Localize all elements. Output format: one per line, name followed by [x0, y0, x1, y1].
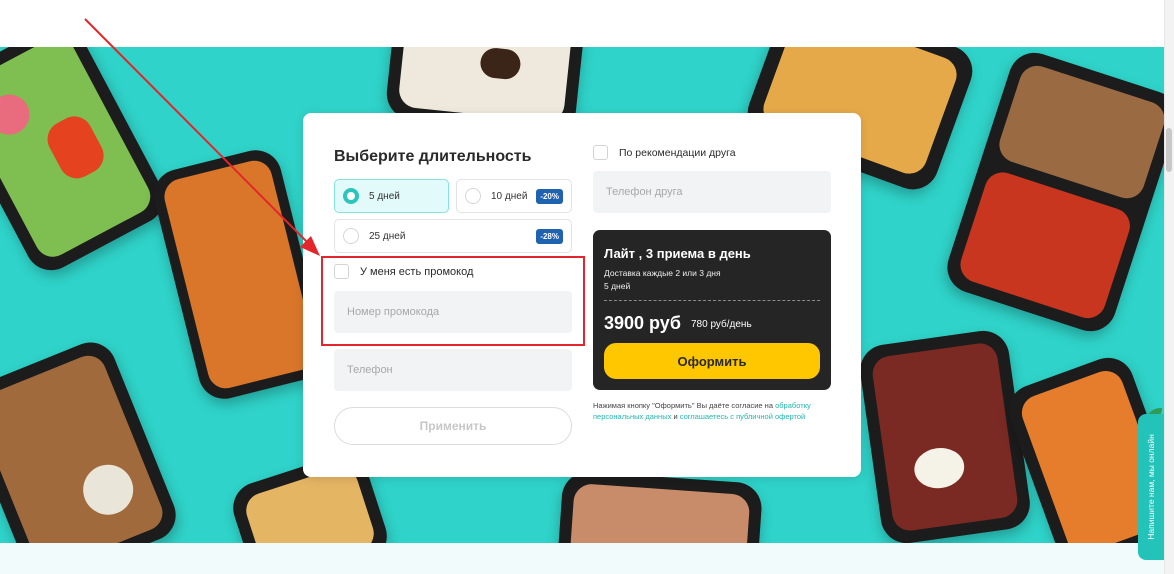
page-scrollbar[interactable]	[1164, 0, 1174, 574]
public-offer-link[interactable]: соглашаетесь с публичной офертой	[680, 412, 805, 421]
apply-button[interactable]: Применить	[334, 407, 572, 445]
food-tray-image	[940, 47, 1164, 338]
annotation-highlight-box	[321, 256, 585, 346]
top-strip	[0, 0, 1164, 47]
duration-title: Выберите длительность	[334, 148, 532, 165]
consent-prefix: Нажимая кнопку "Оформить" Вы даёте согла…	[593, 401, 773, 410]
duration-label: 25 дней	[369, 230, 406, 242]
consent-middle: и	[673, 412, 678, 421]
friend-phone-input[interactable]	[593, 171, 831, 213]
radio-icon[interactable]	[343, 228, 359, 244]
friend-recommendation-label: По рекомендации друга	[619, 147, 736, 159]
duration-option-10-days[interactable]: 10 дней -20%	[456, 179, 572, 213]
page: Выберите длительность 5 дней 10 дней -20…	[0, 0, 1174, 574]
radio-selected-icon[interactable]	[343, 188, 359, 204]
discount-badge: -20%	[536, 189, 563, 204]
food-tray-image	[0, 334, 184, 543]
duration-option-5-days[interactable]: 5 дней	[334, 179, 449, 213]
food-tray-image	[856, 327, 1034, 543]
discount-badge: -28%	[536, 229, 563, 244]
order-summary: Лайт , 3 приема в день Доставка каждые 2…	[593, 230, 831, 390]
consent-text: Нажимая кнопку "Оформить" Вы даёте согла…	[593, 400, 823, 422]
friend-recommendation-checkbox[interactable]	[593, 145, 608, 160]
phone-input[interactable]	[334, 349, 572, 391]
duration-label: 10 дней	[491, 190, 528, 202]
total-price: 3900 руб	[604, 313, 681, 333]
duration-info: 5 дней	[604, 281, 631, 291]
order-button[interactable]: Оформить	[604, 343, 820, 379]
summary-divider	[604, 300, 820, 301]
chat-tab-label: Напишите нам, мы онлайн	[1146, 434, 1156, 540]
duration-label: 5 дней	[369, 190, 400, 202]
chat-widget-tab[interactable]: Напишите нам, мы онлайн	[1138, 414, 1164, 560]
radio-icon[interactable]	[465, 188, 481, 204]
plan-title: Лайт , 3 приема в день	[604, 246, 751, 261]
bottom-strip	[0, 543, 1164, 574]
delivery-info: Доставка каждые 2 или 3 дня	[604, 268, 721, 278]
scrollbar-thumb[interactable]	[1166, 128, 1172, 172]
duration-option-25-days[interactable]: 25 дней -28%	[334, 219, 572, 253]
food-tray-image	[556, 470, 764, 543]
price-per-day: 780 руб/день	[691, 319, 752, 330]
food-tray-image	[0, 47, 173, 280]
